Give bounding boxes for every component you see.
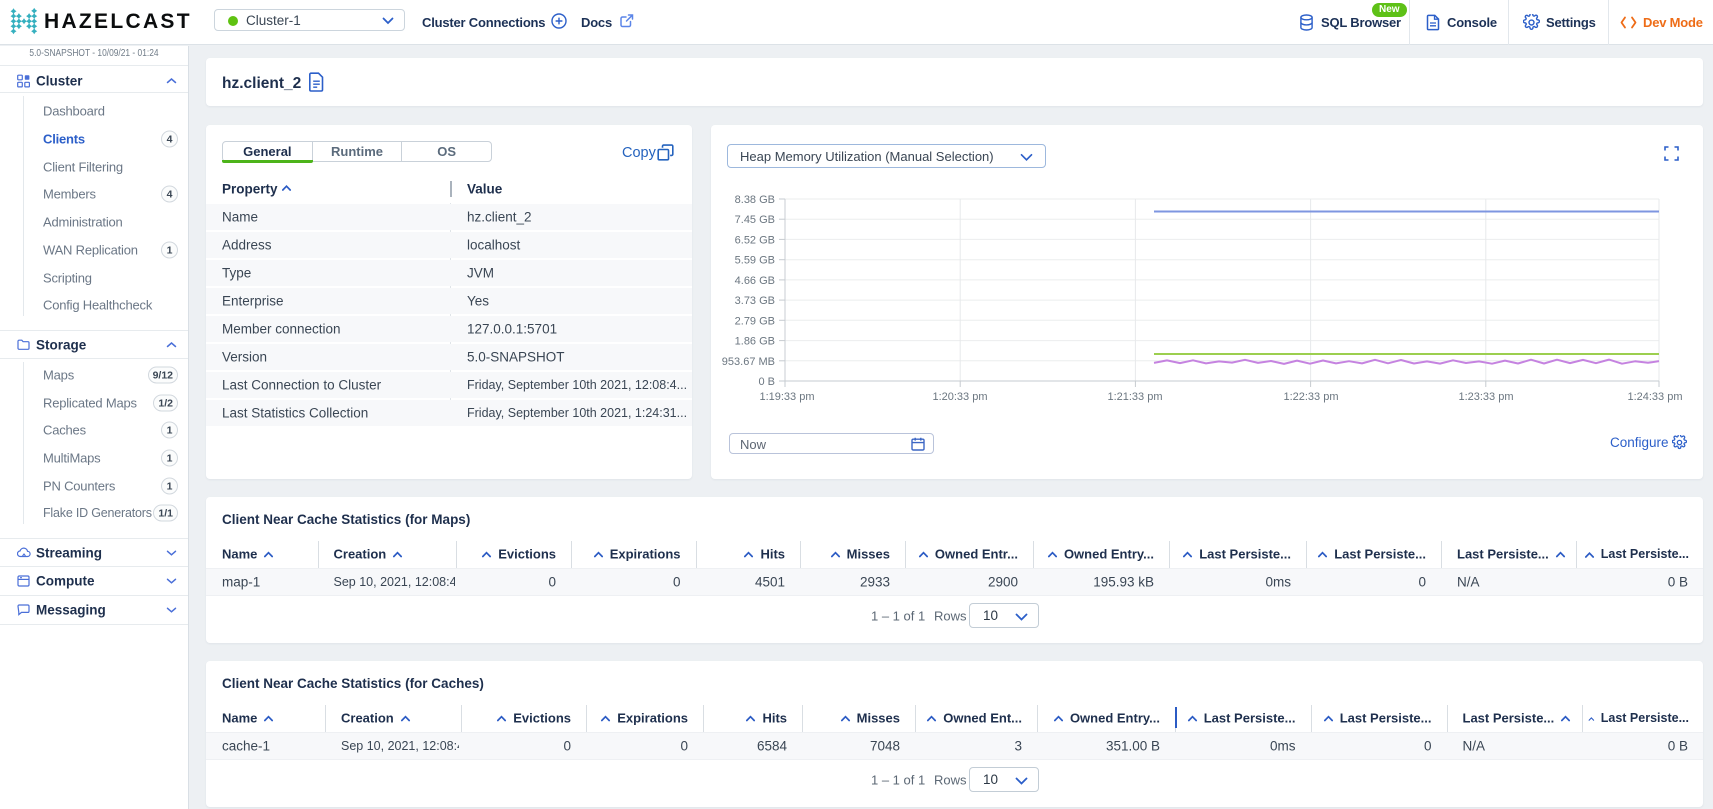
svg-text:0 B: 0 B — [758, 376, 775, 388]
svg-text:1:22:33 pm: 1:22:33 pm — [1283, 391, 1338, 403]
svg-text:1:24:33 pm: 1:24:33 pm — [1627, 391, 1682, 403]
svg-text:953.67 MB: 953.67 MB — [722, 356, 775, 368]
svg-text:2.79 GB: 2.79 GB — [735, 315, 775, 327]
svg-text:8.38 GB: 8.38 GB — [735, 194, 775, 206]
svg-text:4.66 GB: 4.66 GB — [735, 275, 775, 287]
svg-text:5.59 GB: 5.59 GB — [735, 255, 775, 267]
svg-text:6.52 GB: 6.52 GB — [735, 234, 775, 246]
svg-text:1:23:33 pm: 1:23:33 pm — [1458, 391, 1513, 403]
svg-text:1.86 GB: 1.86 GB — [735, 336, 775, 348]
svg-text:3.73 GB: 3.73 GB — [735, 295, 775, 307]
svg-text:1:21:33 pm: 1:21:33 pm — [1107, 391, 1162, 403]
svg-text:1:20:33 pm: 1:20:33 pm — [932, 391, 987, 403]
svg-text:7.45 GB: 7.45 GB — [735, 214, 775, 226]
svg-text:1:19:33 pm: 1:19:33 pm — [759, 391, 814, 403]
